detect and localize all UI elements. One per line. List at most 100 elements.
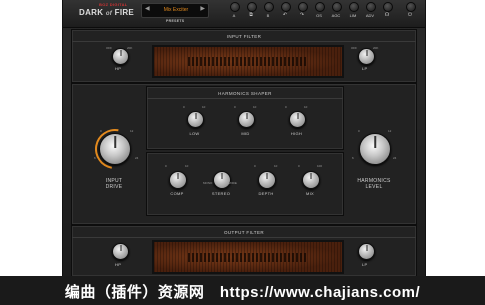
toolbar-button-headphones[interactable]: ☊ bbox=[380, 2, 396, 24]
plugin-window: BOZ DIGITAL DARK of FIRE ◀ Mix Exciter ▶… bbox=[62, 0, 426, 277]
output-spectrum-display bbox=[152, 240, 344, 274]
tick-label: 10 bbox=[304, 105, 308, 109]
input-filter-title: INPUT FILTER bbox=[226, 34, 262, 39]
tick-label: 12 bbox=[388, 129, 392, 133]
redo-icon: ↷ bbox=[299, 12, 305, 18]
comp-label: COMP bbox=[170, 191, 184, 196]
product-name-part1: DARK bbox=[79, 8, 104, 17]
comp-knob[interactable] bbox=[169, 171, 187, 189]
harmonics-level-label: HARMONICS LEVEL bbox=[350, 178, 398, 190]
output-filter-panel: OUTPUT FILTER HP LP bbox=[71, 225, 417, 277]
toolbar-button-lim[interactable]: LIM bbox=[346, 2, 362, 24]
output-filter-title: OUTPUT FILTER bbox=[223, 230, 265, 235]
presets-label: PRESETS bbox=[166, 19, 185, 23]
toolbar-button-a[interactable]: A bbox=[227, 2, 243, 24]
depth-knob[interactable] bbox=[258, 171, 276, 189]
middle-panel: 0 12 6 24 INPUT DRIVE HARMONICS SHAPER 0… bbox=[71, 83, 417, 225]
tick-label: 20K bbox=[373, 46, 379, 50]
led-icon bbox=[349, 2, 359, 12]
label-line: DRIVE bbox=[105, 184, 123, 190]
led-icon bbox=[230, 2, 240, 12]
output-hp-knob[interactable] bbox=[112, 243, 129, 260]
tick-label: 0 bbox=[298, 164, 300, 168]
tick-label: 10 bbox=[202, 105, 206, 109]
tick-label: 0 bbox=[100, 129, 102, 133]
mid-knob[interactable] bbox=[238, 111, 255, 128]
product-name: DARK of FIRE bbox=[79, 8, 134, 17]
toolbar-button-undo[interactable]: ↶ bbox=[278, 2, 294, 24]
led-icon bbox=[298, 2, 308, 12]
input-drive-label: INPUT DRIVE bbox=[96, 178, 132, 190]
tick-label: 10 bbox=[185, 164, 189, 168]
tick-label: 24 bbox=[135, 156, 139, 160]
tick-label: 0 bbox=[183, 105, 185, 109]
brand-name: BOZ DIGITAL bbox=[99, 2, 128, 7]
led-icon bbox=[366, 2, 376, 12]
spectrum-noise bbox=[187, 252, 309, 262]
product-name-part3: FIRE bbox=[114, 8, 135, 17]
led-icon bbox=[383, 2, 393, 12]
spectrum-noise bbox=[187, 57, 309, 66]
toolbar-button-b[interactable]: B bbox=[261, 2, 277, 24]
divider bbox=[72, 237, 416, 238]
output-lp-label: LP bbox=[362, 262, 368, 267]
undo-icon: ↶ bbox=[282, 12, 288, 18]
preset-selector[interactable]: ◀ Mix Exciter ▶ bbox=[141, 3, 209, 18]
led-icon bbox=[264, 2, 274, 12]
tick-label: 24 bbox=[393, 156, 397, 160]
product-name-part2: of bbox=[105, 11, 113, 17]
preset-next-button[interactable]: ▶ bbox=[200, 5, 205, 12]
low-label: LOW bbox=[189, 131, 200, 136]
depth-label: DEPTH bbox=[258, 191, 274, 196]
tick-label: 0 bbox=[234, 105, 236, 109]
high-label: HIGH bbox=[290, 131, 303, 136]
low-knob[interactable] bbox=[187, 111, 204, 128]
watermark-text: 编曲（插件）资源网 https://www.chajians.com/ bbox=[64, 284, 421, 301]
toolbar-button-agc[interactable]: AGC bbox=[329, 2, 345, 24]
mid-label: MID bbox=[241, 131, 250, 136]
input-lp-knob[interactable] bbox=[358, 48, 375, 65]
input-drive-knob[interactable] bbox=[99, 133, 131, 165]
harmonics-shaper-panel: HARMONICS SHAPER 0 10 LOW 0 10 MID 0 10 … bbox=[146, 86, 344, 150]
divider bbox=[147, 98, 343, 99]
label-line: LEVEL bbox=[365, 184, 383, 190]
mix-label: MIX bbox=[305, 191, 314, 196]
tick-label: 12 bbox=[130, 129, 134, 133]
product-logo: BOZ DIGITAL DARK of FIRE bbox=[79, 2, 137, 22]
toolbar-button-os[interactable]: OS bbox=[312, 2, 328, 24]
toolbar-label: B bbox=[266, 13, 270, 18]
output-lp-knob[interactable] bbox=[358, 243, 375, 260]
dynamics-panel: 0 10 COMP MONO WIDE STEREO 0 10 DEPTH 0 … bbox=[146, 152, 344, 216]
headphones-icon: ☊ bbox=[384, 12, 390, 18]
output-hp-label: HP bbox=[115, 262, 122, 267]
high-knob[interactable] bbox=[289, 111, 306, 128]
led-icon bbox=[315, 2, 325, 12]
led-icon bbox=[332, 2, 342, 12]
toolbar-label: A bbox=[232, 13, 236, 18]
input-filter-panel: INPUT FILTER OFF 20K HP OFF 20K LP bbox=[71, 29, 417, 83]
tick-label: 10 bbox=[274, 164, 278, 168]
toolbar-button-adv[interactable]: ADV bbox=[363, 2, 379, 24]
tick-label: 20K bbox=[127, 46, 133, 50]
tick-label: 0 bbox=[254, 164, 256, 168]
toolbar-button-redo[interactable]: ↷ bbox=[295, 2, 311, 24]
watermark-bar: 编曲（插件）资源网 https://www.chajians.com/ bbox=[0, 276, 485, 305]
stereo-knob[interactable] bbox=[213, 171, 231, 189]
toolbar-label: ADV bbox=[365, 13, 375, 18]
harmonics-level-knob[interactable] bbox=[359, 133, 391, 165]
toolbar-button-copy[interactable]: ⧉ bbox=[244, 2, 260, 24]
preset-name[interactable]: Mix Exciter bbox=[156, 7, 196, 13]
led-icon bbox=[406, 2, 416, 12]
tick-label: OFF bbox=[106, 46, 112, 50]
divider bbox=[72, 41, 416, 42]
input-hp-knob[interactable] bbox=[112, 48, 129, 65]
toolbar-label: AGC bbox=[331, 13, 341, 18]
header-bar: BOZ DIGITAL DARK of FIRE ◀ Mix Exciter ▶… bbox=[63, 0, 425, 28]
toolbar-button-power[interactable]: ⏻ bbox=[403, 2, 419, 24]
preset-prev-button[interactable]: ◀ bbox=[145, 5, 150, 12]
input-lp-label: LP bbox=[362, 66, 368, 71]
toolbar-label: OS bbox=[316, 13, 322, 18]
input-spectrum-display bbox=[152, 45, 344, 78]
copy-icon: ⧉ bbox=[249, 12, 253, 18]
mix-knob[interactable] bbox=[302, 171, 320, 189]
